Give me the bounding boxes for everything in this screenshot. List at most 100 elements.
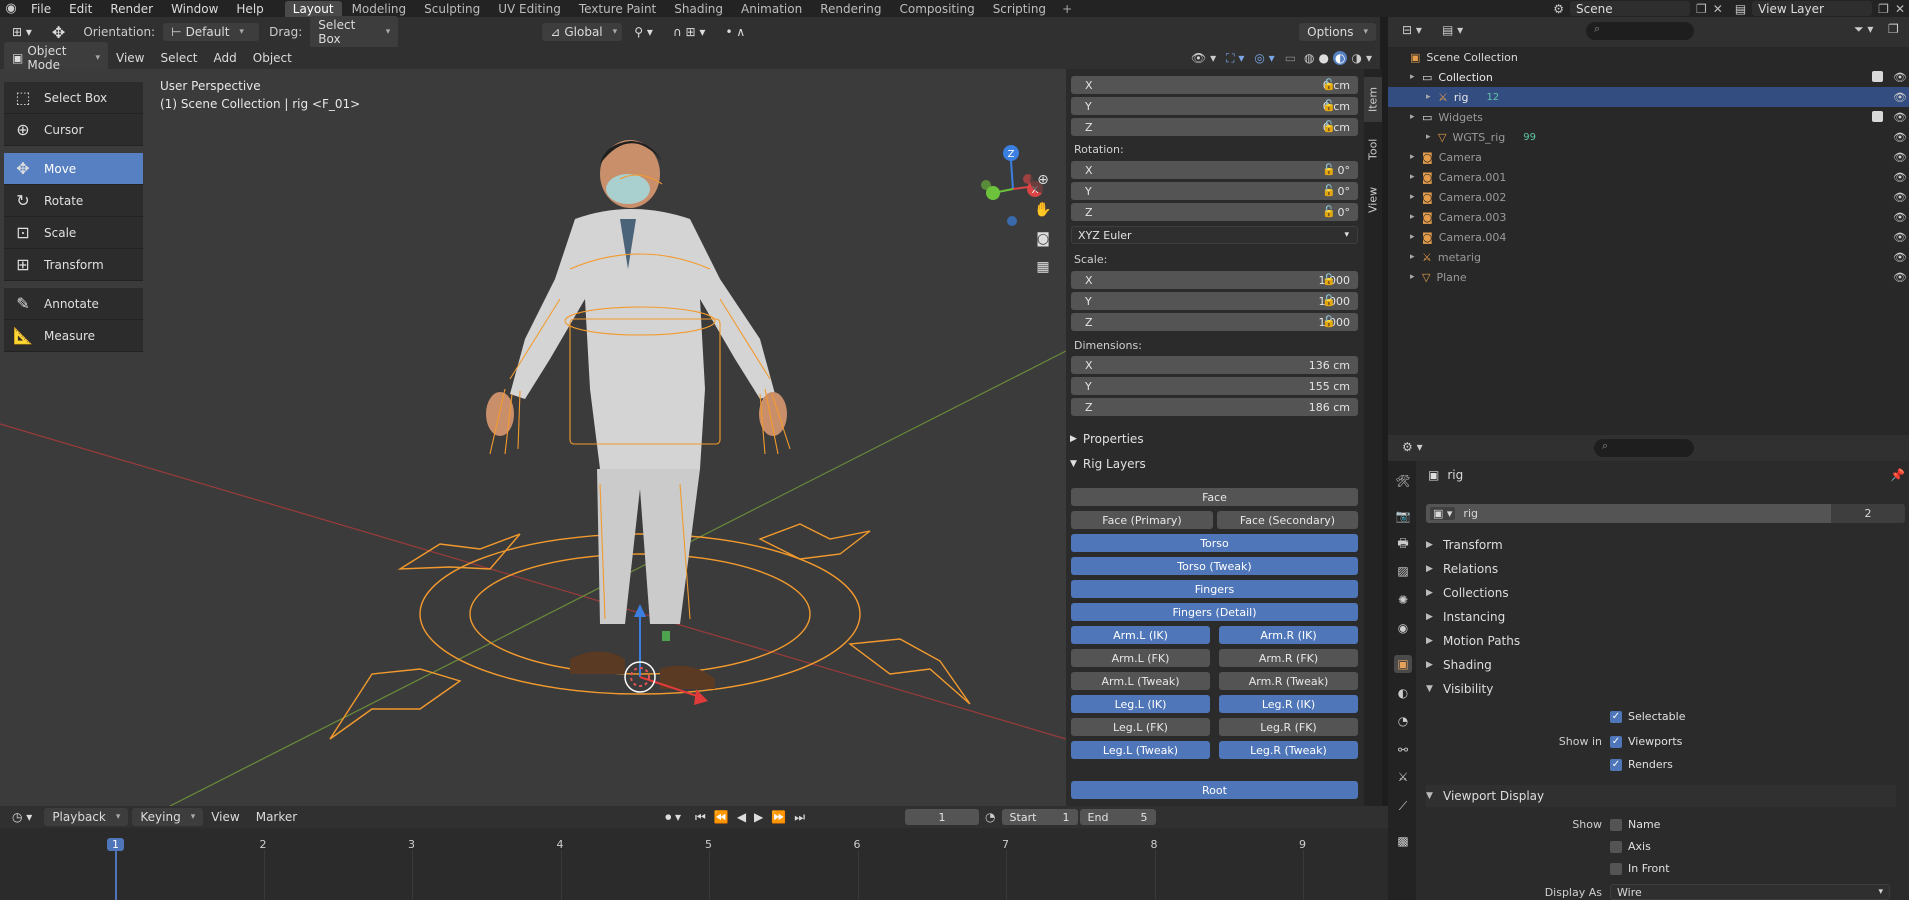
menu-render[interactable]: Render — [101, 2, 162, 16]
show-axis-checkbox[interactable]: Axis — [1610, 840, 1651, 853]
new-scene-icon[interactable]: ❐ — [1696, 2, 1707, 16]
output-tab-icon[interactable]: 🖶 — [1394, 535, 1412, 553]
menu-object[interactable]: Object — [245, 51, 300, 65]
datablock-selector[interactable]: ▣ ▾ rig — [1426, 504, 1831, 523]
add-workspace-icon[interactable]: + — [1056, 2, 1078, 16]
scale-z-field[interactable]: Z 1.000 — [1071, 313, 1358, 331]
render-tab-icon[interactable]: 📷 — [1394, 507, 1412, 525]
eye-icon[interactable]: 👁 — [1893, 171, 1907, 184]
viewport-canvas[interactable]: Z X — [0, 69, 1066, 806]
rig-layer-button[interactable]: Arm.L (FK) — [1071, 649, 1210, 667]
tool-transform[interactable]: ⊞ Transform — [4, 249, 143, 281]
lock-icon[interactable]: 🔓 — [1322, 184, 1338, 200]
view-layer-tab-icon[interactable]: ▨ — [1394, 562, 1412, 580]
outliner-item[interactable]: ▸ ⚔ metarig — [1388, 247, 1909, 267]
tab-sculpting[interactable]: Sculpting — [416, 1, 488, 17]
rig-layer-button[interactable]: Arm.R (Tweak) — [1219, 672, 1358, 690]
editor-type-icon[interactable]: ⊞ ▾ — [4, 23, 40, 41]
scene-selector[interactable]: Scene — [1570, 1, 1690, 16]
pan-hand-icon[interactable]: ✋ — [1030, 197, 1056, 223]
lock-icon[interactable]: 🔓 — [1322, 163, 1338, 179]
eye-icon[interactable]: 👁 — [1893, 71, 1907, 84]
eye-icon[interactable]: 👁 — [1893, 91, 1907, 104]
tab-view[interactable]: View — [1364, 177, 1382, 222]
gizmo-toggle-icon[interactable]: ⛶ ▾ — [1226, 51, 1244, 66]
tab-item[interactable]: Item — [1364, 77, 1382, 122]
rotation-x-field[interactable]: X 0° — [1071, 161, 1358, 179]
jump-start-icon[interactable]: ⏮ — [695, 810, 706, 825]
tab-layout[interactable]: Layout — [284, 0, 342, 17]
delete-scene-icon[interactable]: ✕ — [1713, 2, 1723, 16]
menu-edit[interactable]: Edit — [60, 2, 101, 16]
display-mode-icon[interactable]: ▤ ▾ — [1442, 23, 1463, 37]
play-icon[interactable]: ▶ — [754, 810, 763, 824]
wireframe-shading-icon[interactable]: ◍ — [1304, 51, 1314, 65]
tool-measure[interactable]: 📐 Measure — [4, 320, 143, 352]
blender-logo-icon[interactable]: ◉ — [0, 1, 22, 16]
tab-shading[interactable]: Shading — [666, 1, 731, 17]
pin-icon[interactable]: 📌 — [1890, 468, 1905, 482]
keyframe-prev-icon[interactable]: ⏪ — [714, 810, 729, 824]
properties-section[interactable]: ▶ Motion Paths — [1426, 630, 1896, 652]
tool-rotate[interactable]: ↻ Rotate — [4, 185, 143, 217]
pivot-point-icon[interactable]: ⚲ ▾ — [626, 23, 661, 41]
delete-view-layer-icon[interactable]: ✕ — [1895, 2, 1905, 16]
expand-arrow-icon[interactable]: ▸ — [1410, 172, 1422, 182]
expand-arrow-icon[interactable]: ▸ — [1410, 232, 1422, 242]
rig-layer-button[interactable]: Fingers (Detail) — [1071, 603, 1358, 621]
filter-icon[interactable]: ⏷ ▾ — [1854, 22, 1873, 37]
show-in-front-checkbox[interactable]: In Front — [1610, 862, 1670, 875]
rig-layer-button[interactable]: Fingers — [1071, 580, 1358, 598]
world-tab-icon[interactable]: ◉ — [1394, 619, 1412, 637]
menu-marker[interactable]: Marker — [248, 810, 305, 824]
constraints-tab-icon[interactable]: ⚯ — [1394, 741, 1412, 759]
dimensions-y-field[interactable]: Y 155 cm — [1071, 377, 1358, 395]
expand-arrow-icon[interactable]: ▸ — [1426, 92, 1438, 102]
outliner-item[interactable]: ▸ ◙ Camera.001 — [1388, 167, 1909, 187]
perspective-toggle-icon[interactable]: ▦ — [1030, 254, 1056, 280]
properties-section[interactable]: ▶ Transform — [1426, 534, 1896, 556]
expand-arrow-icon[interactable]: ▸ — [1410, 192, 1422, 202]
end-frame-field[interactable]: End 5 — [1079, 809, 1156, 825]
tool-annotate[interactable]: ✎ Annotate — [4, 288, 143, 320]
menu-select[interactable]: Select — [152, 51, 205, 65]
start-frame-field[interactable]: Start 1 — [1001, 809, 1078, 825]
rig-layer-button[interactable]: Root — [1071, 781, 1358, 799]
lock-icon[interactable]: 🔓 — [1322, 99, 1338, 115]
rig-layer-button[interactable]: Leg.R (IK) — [1219, 695, 1358, 713]
outliner-item[interactable]: ▸ ▭ Widgets — [1388, 107, 1909, 127]
eye-icon[interactable]: 👁 — [1893, 231, 1907, 244]
editor-type-icon[interactable]: ⚙ ▾ — [1402, 440, 1423, 454]
drag-dropdown[interactable]: Select Box ▾ — [310, 16, 399, 48]
eye-icon[interactable]: 👁 — [1893, 151, 1907, 164]
tab-texture-paint[interactable]: Texture Paint — [571, 1, 664, 17]
menu-help[interactable]: Help — [227, 2, 272, 16]
viewports-checkbox[interactable]: ✓ Viewports — [1610, 735, 1682, 748]
scale-x-field[interactable]: X 1.000 — [1071, 271, 1358, 289]
expand-arrow-icon[interactable]: ▸ — [1410, 272, 1422, 282]
menu-view[interactable]: View — [203, 810, 247, 824]
bone-tab-icon[interactable]: ⟋ — [1394, 797, 1412, 815]
location-y-field[interactable]: Y0 cm — [1071, 97, 1358, 115]
expand-arrow-icon[interactable]: ▸ — [1410, 152, 1422, 162]
shading-options-icon[interactable]: ▾ — [1366, 51, 1372, 65]
overlay-toggle-icon[interactable]: ◎ ▾ — [1254, 51, 1274, 65]
eye-icon[interactable]: 👁 — [1893, 111, 1907, 124]
rig-layer-button[interactable]: Leg.R (Tweak) — [1219, 741, 1358, 759]
lock-icon[interactable]: 🔓 — [1322, 120, 1338, 136]
material-shading-icon[interactable]: ◐ — [1333, 51, 1348, 65]
transform-space-dropdown[interactable]: ⊿ Global ▾ — [542, 23, 623, 41]
rotation-mode-dropdown[interactable]: XYZ Euler ▾ — [1071, 226, 1358, 244]
stopwatch-icon[interactable]: ◔ — [985, 810, 995, 824]
orientation-dropdown[interactable]: ⊢ Default ▾ — [163, 23, 260, 41]
tool-move[interactable]: ✥ Move — [4, 153, 143, 185]
renders-checkbox[interactable]: ✓ Renders — [1610, 758, 1673, 771]
proportional-edit-icon[interactable]: • ∧ — [717, 23, 753, 41]
selectable-checkbox[interactable]: ✓ Selectable — [1610, 710, 1685, 723]
rig-layer-button[interactable]: Face (Secondary) — [1217, 511, 1358, 529]
expand-arrow-icon[interactable]: ▸ — [1426, 132, 1438, 142]
expand-arrow-icon[interactable]: ▸ — [1410, 252, 1422, 262]
menu-file[interactable]: File — [22, 2, 60, 16]
object-tab-icon[interactable]: ▣ — [1394, 655, 1412, 673]
view-layer-selector[interactable]: View Layer — [1752, 1, 1873, 16]
